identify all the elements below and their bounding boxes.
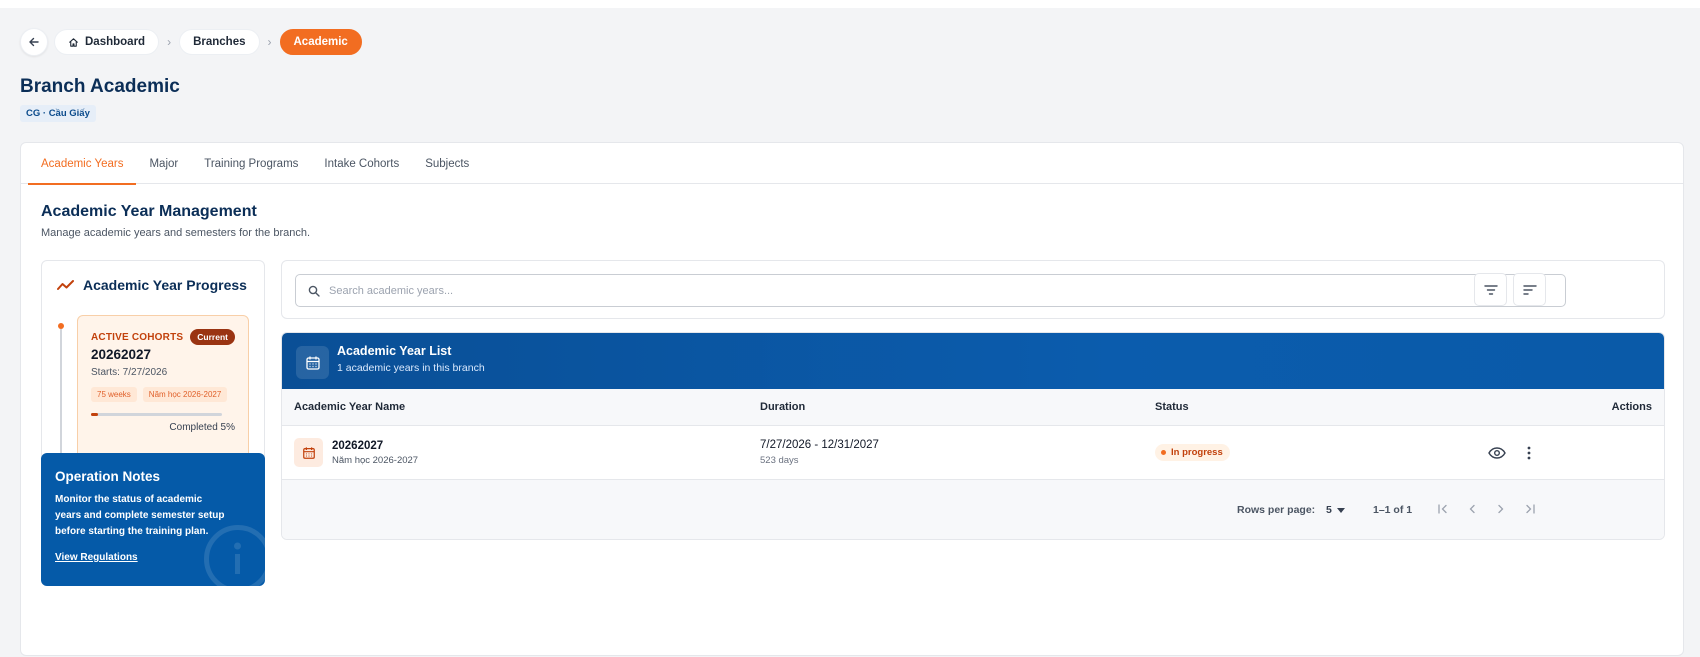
table-row[interactable]: 20262027 Năm học 2026-2027 7/27/2026 - 1…: [282, 426, 1664, 480]
filter-button[interactable]: [1474, 273, 1507, 306]
top-strip: [0, 0, 1700, 8]
status-label: In progress: [1171, 447, 1223, 458]
calendar-icon: [296, 346, 329, 379]
progress-bar-fill: [91, 413, 98, 416]
pagination-range: 1–1 of 1: [1373, 504, 1413, 516]
tab-intake-cohorts[interactable]: Intake Cohorts: [311, 143, 412, 184]
rows-per-page-value: 5: [1326, 504, 1332, 516]
list-title: Academic Year List: [337, 344, 452, 358]
filter-icon: [1483, 284, 1498, 295]
notes-title: Operation Notes: [55, 469, 161, 484]
progress-card: Academic Year Progress ACTIVE COHORTS Cu…: [41, 260, 265, 476]
arrow-left-icon: [29, 37, 39, 47]
progress-header: Academic Year Progress: [57, 277, 247, 293]
chevron-right-icon: ›: [267, 35, 272, 49]
sort-icon: [1522, 284, 1537, 295]
cohort-code: 20262027: [91, 347, 152, 362]
cohort-label: ACTIVE COHORTS: [91, 332, 184, 343]
cohort-card[interactable]: ACTIVE COHORTS Current 20262027 Starts: …: [77, 315, 249, 461]
row-days: 523 days: [760, 455, 799, 466]
tab-academic-years[interactable]: Academic Years: [28, 143, 137, 185]
breadcrumb-dashboard-label: Dashboard: [85, 36, 146, 48]
progress-bar: [91, 413, 222, 416]
list-subtitle: 1 academic years in this branch: [337, 362, 485, 374]
column-duration: Duration: [760, 401, 806, 413]
main-card: Academic Years Major Training Programs I…: [20, 142, 1684, 656]
next-page-button[interactable]: [1489, 497, 1513, 521]
current-badge: Current: [190, 329, 235, 345]
branch-badge: CG · Cầu Giấy: [20, 105, 96, 122]
first-page-icon: [1438, 504, 1447, 514]
status-dot: [1161, 450, 1166, 455]
tab-bar: Academic Years Major Training Programs I…: [21, 143, 1683, 185]
previous-page-button[interactable]: [1460, 497, 1484, 521]
search-icon: [308, 285, 320, 297]
search-input[interactable]: [329, 284, 1529, 297]
academic-year-list: Academic Year List 1 academic years in t…: [281, 332, 1665, 540]
breadcrumb-academic[interactable]: Academic: [279, 29, 362, 55]
search-panel: [281, 260, 1665, 319]
operation-notes-card: Operation Notes Monitor the status of ac…: [41, 453, 265, 586]
sort-button[interactable]: [1513, 273, 1546, 306]
trend-icon: [57, 280, 74, 290]
cohort-chips: 75 weeks Năm học 2026-2027: [91, 387, 228, 402]
column-actions: Actions: [1611, 401, 1652, 413]
chevron-right-icon: [1498, 504, 1504, 514]
last-page-button[interactable]: [1518, 497, 1542, 521]
view-button[interactable]: [1485, 441, 1509, 465]
search-box[interactable]: [295, 274, 1566, 307]
progress-title: Academic Year Progress: [83, 277, 247, 293]
progress-text: Completed 5%: [169, 422, 235, 433]
calendar-icon: [294, 438, 323, 467]
row-duration: 7/27/2026 - 12/31/2027: [760, 439, 879, 451]
breadcrumb-dashboard[interactable]: Dashboard: [54, 29, 160, 55]
notes-text: Monitor the status of academic years and…: [55, 494, 225, 537]
breadcrumb-branches-label: Branches: [193, 36, 246, 48]
first-page-button[interactable]: [1431, 497, 1455, 521]
page-title: Branch Academic: [20, 76, 180, 97]
tab-training-programs[interactable]: Training Programs: [191, 143, 311, 184]
breadcrumb-branches[interactable]: Branches: [179, 29, 260, 55]
timeline-line: [60, 329, 62, 455]
last-page-icon: [1526, 504, 1535, 514]
list-header: Academic Year List 1 academic years in t…: [282, 333, 1664, 389]
rows-per-page-select[interactable]: 5: [1326, 504, 1345, 516]
eye-icon: [1488, 447, 1506, 459]
tab-major[interactable]: Major: [136, 143, 191, 184]
year-chip: Năm học 2026-2027: [142, 387, 228, 402]
rows-per-page-label: Rows per page:: [1237, 504, 1316, 516]
cohort-start-date: Starts: 7/27/2026: [91, 367, 168, 378]
row-year-description: Năm học 2026-2027: [332, 455, 419, 466]
table-footer: Rows per page: 5 1–1 of 1: [282, 480, 1664, 539]
breadcrumb: Dashboard › Branches › Academic: [20, 28, 362, 56]
home-icon: [69, 37, 78, 47]
section-title: Academic Year Management: [41, 203, 257, 220]
status-badge: In progress: [1155, 444, 1230, 461]
column-status: Status: [1155, 401, 1189, 413]
breadcrumb-academic-label: Academic: [293, 36, 348, 48]
back-button[interactable]: [20, 28, 48, 56]
chevron-left-icon: [1469, 504, 1475, 514]
table-header: Academic Year Name Duration Status Actio…: [282, 389, 1664, 426]
more-vertical-icon: [1527, 446, 1531, 460]
more-actions-button[interactable]: [1517, 441, 1541, 465]
row-year-name: 20262027: [332, 440, 384, 452]
column-name: Academic Year Name: [294, 401, 406, 413]
tab-subjects[interactable]: Subjects: [412, 143, 482, 184]
weeks-chip: 75 weeks: [91, 387, 137, 402]
section-subtitle: Manage academic years and semesters for …: [41, 227, 311, 239]
caret-down-icon: [1336, 507, 1345, 513]
chevron-right-icon: ›: [167, 35, 172, 49]
view-regulations-link[interactable]: View Regulations: [55, 552, 138, 563]
